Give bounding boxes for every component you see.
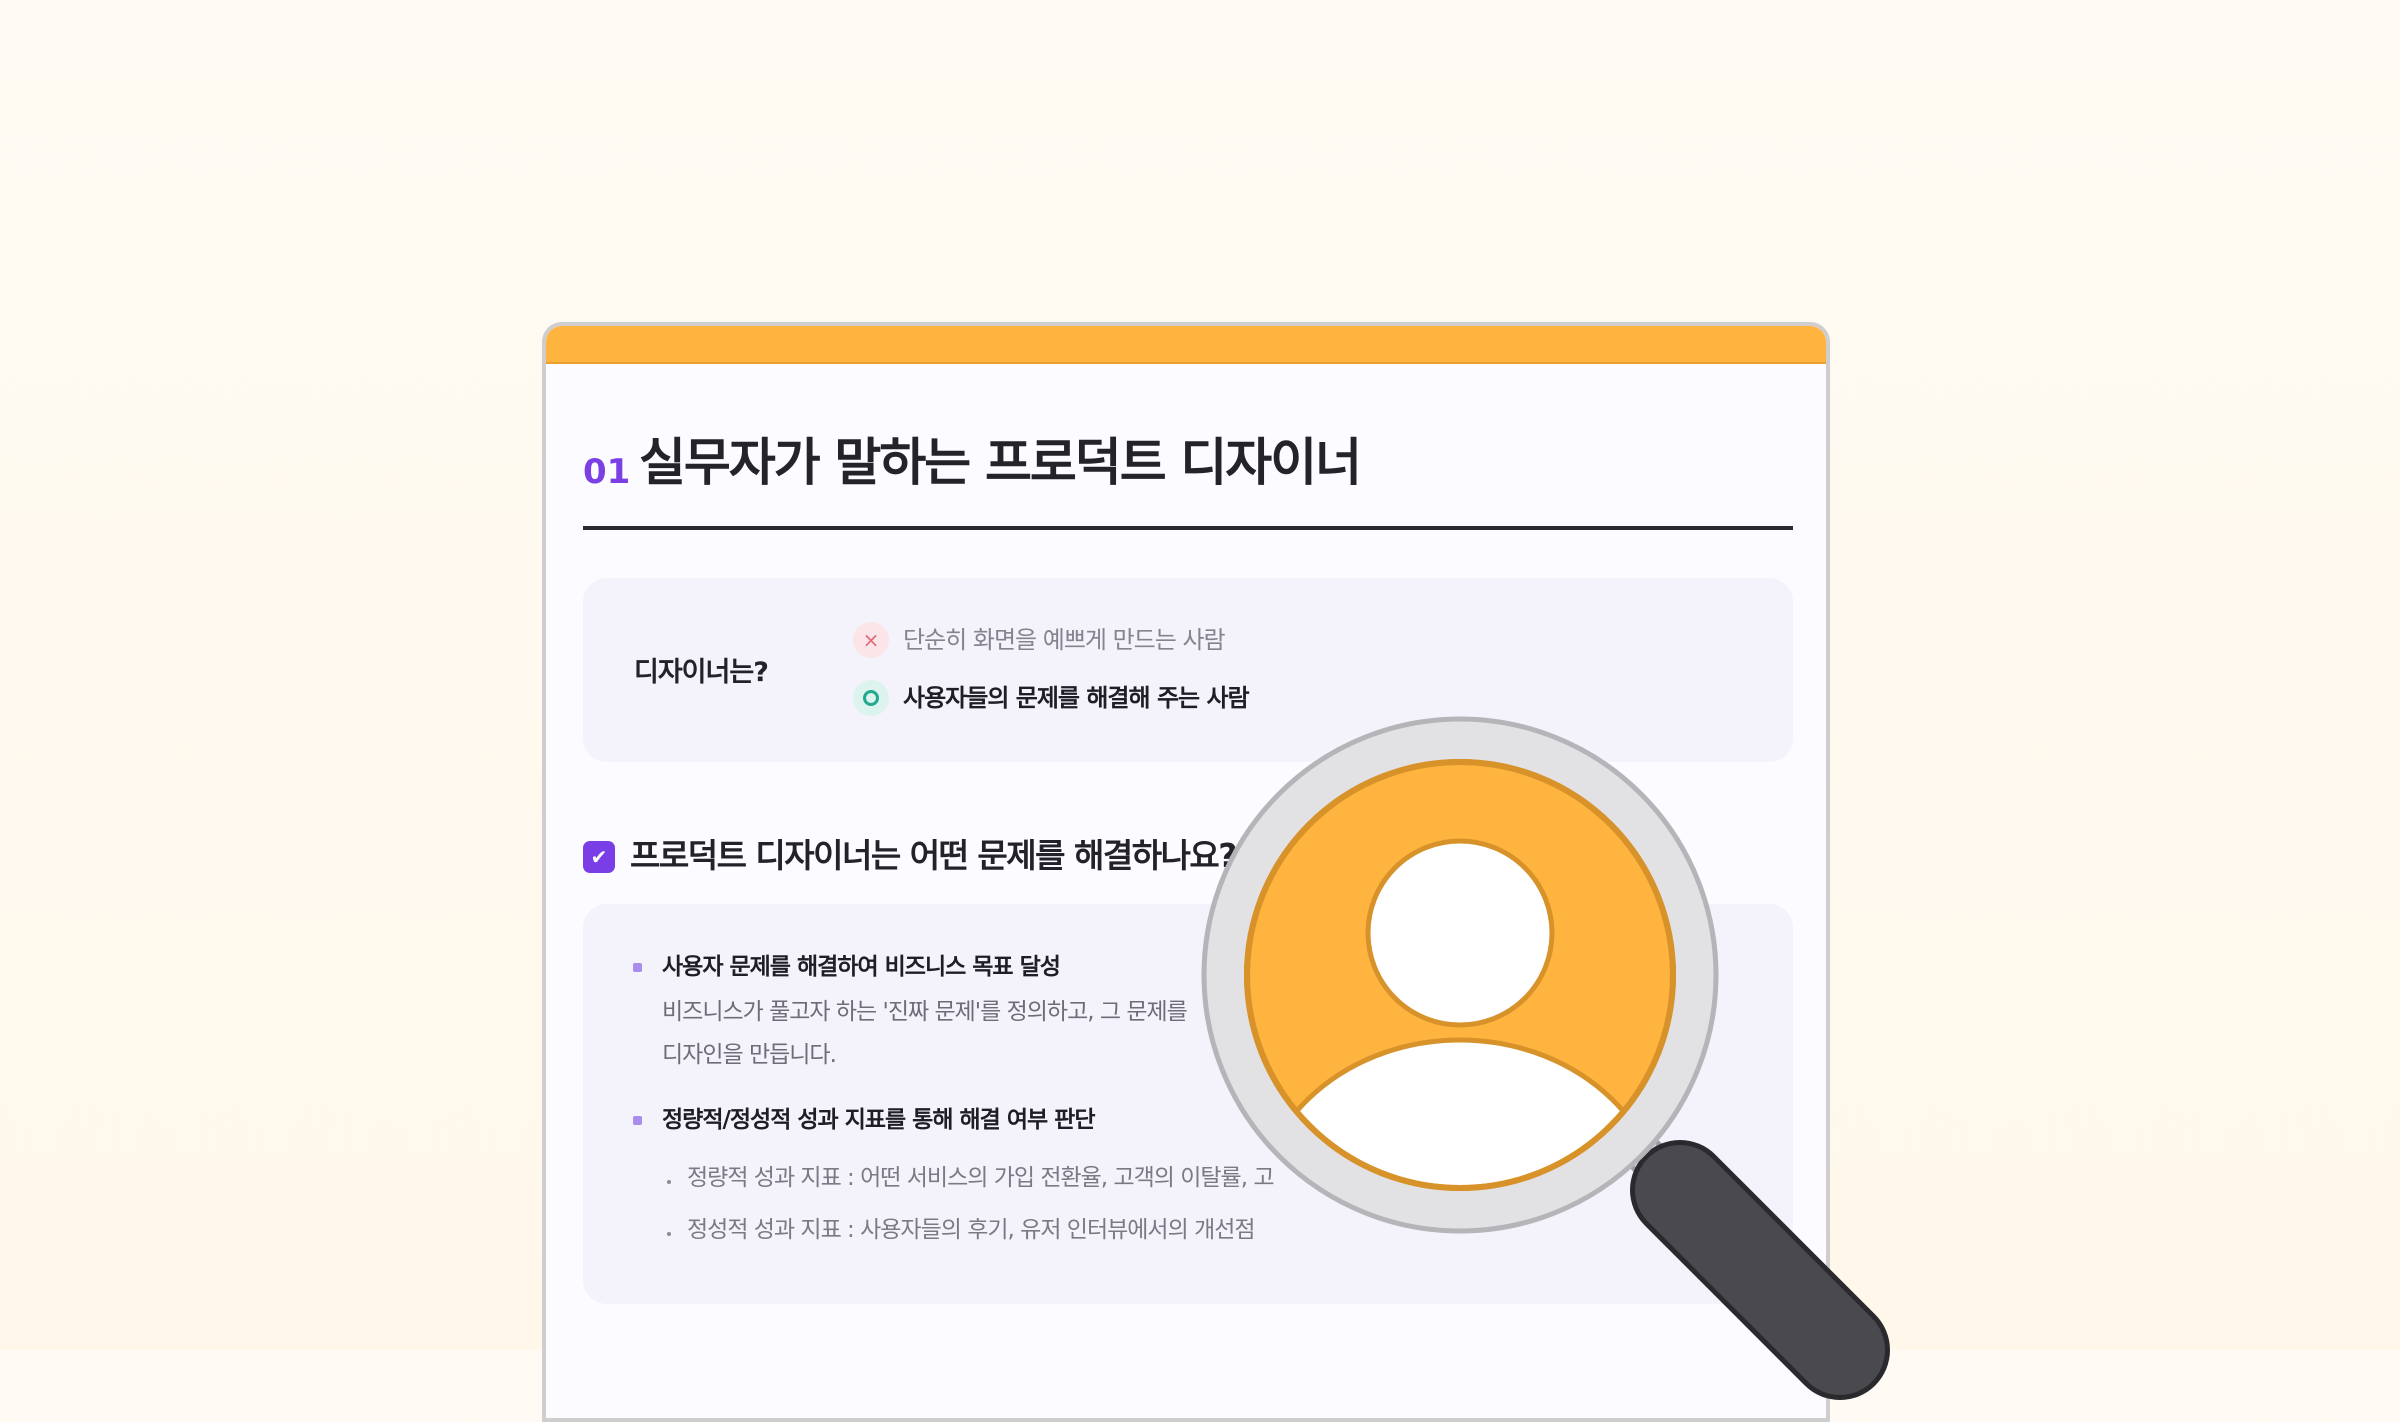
- x-mark-icon: ×: [853, 622, 889, 658]
- magnifier-handle: [1625, 1135, 1890, 1400]
- wrong-option-text: 단순히 화면을 예쁘게 만드는 사람: [903, 626, 1226, 654]
- point-description: 디자인을 만듭니다.: [662, 1042, 837, 1068]
- bullet-icon: [633, 963, 642, 972]
- circle-mark-icon: [853, 680, 889, 716]
- point-title: 정량적/정성적 성과 지표를 통해 해결 여부 판단: [662, 1107, 1095, 1133]
- sub-point-text: 정량적 성과 지표 : 어떤 서비스의 가입 전환율, 고객의 이탈률, 고: [687, 1165, 1274, 1191]
- point-title: 사용자 문제를 해결하여 비즈니스 목표 달성: [662, 954, 1061, 980]
- bullet-icon: [633, 1116, 642, 1125]
- section-title: 실무자가 말하는 프로덕트 디자이너: [639, 434, 1362, 493]
- section-number: 01: [583, 452, 631, 492]
- checkbox-checked-icon: ✔: [583, 841, 615, 873]
- section-heading: 01 실무자가 말하는 프로덕트 디자이너: [583, 434, 1793, 494]
- point-description: 비즈니스가 풀고자 하는 '진짜 문제'를 정의하고, 그 문제를: [662, 999, 1188, 1025]
- heading-divider: [583, 526, 1793, 530]
- sub-point-text: 정성적 성과 지표 : 사용자들의 후기, 유저 인터뷰에서의 개선점: [687, 1217, 1256, 1243]
- sub-bullet-icon: [667, 1232, 671, 1236]
- magnifier-user-icon: [1201, 716, 1890, 1400]
- sub-bullet-icon: [667, 1180, 671, 1184]
- document-top-bar: [546, 326, 1826, 364]
- definition-label: 디자이너는?: [634, 657, 769, 688]
- question-text: 프로덕트 디자이너는 어떤 문제를 해결하나요?: [630, 836, 1237, 875]
